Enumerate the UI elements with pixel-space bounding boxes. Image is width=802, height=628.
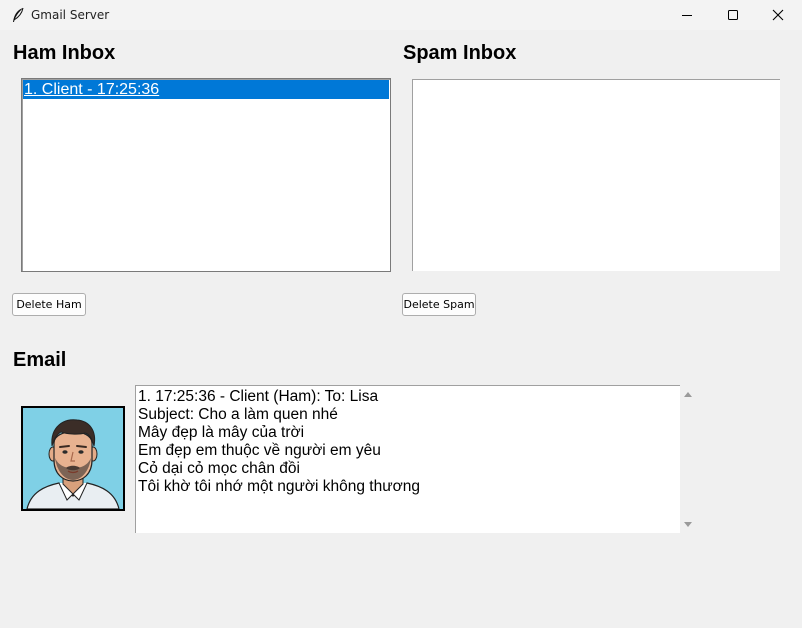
maximize-button[interactable] xyxy=(710,0,756,30)
ham-inbox-heading: Ham Inbox xyxy=(13,42,116,64)
scroll-down-arrow-icon[interactable] xyxy=(683,521,693,529)
email-line: Cỏ dại cỏ mọc chân đồi xyxy=(138,460,300,477)
minimize-button[interactable] xyxy=(664,0,710,30)
email-body-text[interactable]: 1. 17:25:36 - Client (Ham): To: Lisa Subj… xyxy=(135,385,680,533)
ham-inbox-list[interactable]: 1. Client - 17:25:36 xyxy=(21,78,391,272)
spam-inbox-list[interactable] xyxy=(412,79,780,271)
ham-list-item-selected[interactable]: 1. Client - 17:25:36 xyxy=(23,80,389,99)
email-line: Subject: Cho a làm quen nhé xyxy=(138,406,338,423)
delete-ham-button[interactable]: Delete Ham xyxy=(12,293,86,316)
close-button[interactable] xyxy=(755,0,801,30)
email-heading: Email xyxy=(13,349,67,371)
email-line: Mây đẹp là mây của trời xyxy=(138,424,305,441)
window-title: Gmail Server xyxy=(31,8,110,22)
maximize-icon xyxy=(728,10,738,20)
feather-icon xyxy=(13,7,24,22)
email-line: Tôi khờ tôi nhớ một người không thương xyxy=(138,478,420,495)
avatar xyxy=(21,406,125,511)
email-line: Em đẹp em thuộc về người em yêu xyxy=(138,442,381,459)
spam-inbox-heading: Spam Inbox xyxy=(403,42,517,64)
minimize-icon xyxy=(682,15,692,16)
avatar-image xyxy=(23,408,123,509)
close-icon xyxy=(772,9,784,21)
title-bar: Gmail Server xyxy=(0,0,802,30)
scroll-up-arrow-icon[interactable] xyxy=(683,390,693,398)
delete-spam-button[interactable]: Delete Spam xyxy=(402,293,476,316)
email-line: 1. 17:25:36 - Client (Ham): To: Lisa xyxy=(138,388,379,405)
